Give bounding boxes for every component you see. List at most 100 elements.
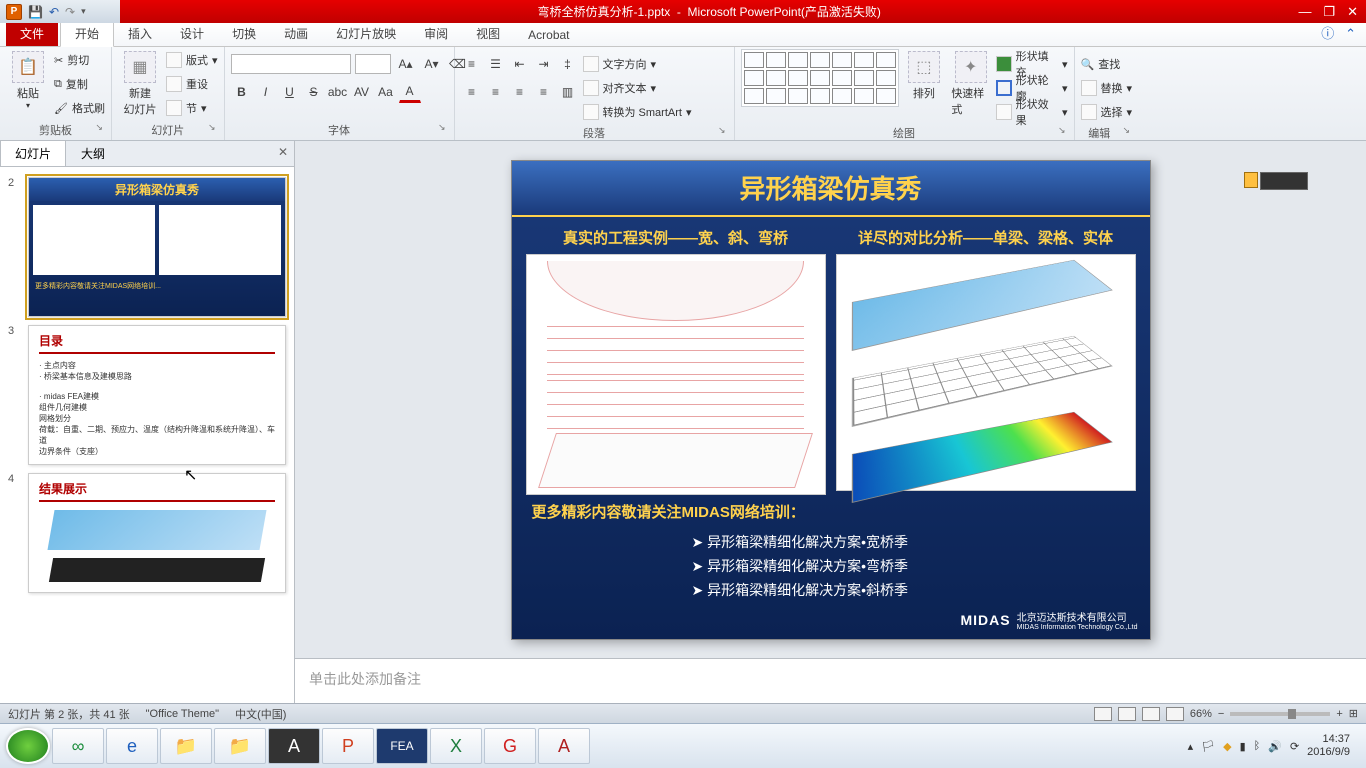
decrease-font-icon[interactable]: A▾ xyxy=(421,53,443,75)
view-slideshow-button[interactable] xyxy=(1166,707,1184,721)
bold-button[interactable]: B xyxy=(231,81,253,103)
group-drawing: ⬚排列 ✦快速样式 形状填充 ▾ 形状轮廓 ▾ 形状效果 ▾ 绘图 xyxy=(735,47,1075,140)
align-right-button[interactable]: ≡ xyxy=(509,81,531,103)
section-button[interactable]: 节 ▾ xyxy=(166,97,218,119)
decrease-indent-button[interactable]: ⇤ xyxy=(509,53,531,75)
tab-acrobat[interactable]: Acrobat xyxy=(514,24,583,46)
redo-icon[interactable]: ↷ xyxy=(65,5,75,19)
change-case-button[interactable]: Aa xyxy=(375,81,397,103)
italic-button[interactable]: I xyxy=(255,81,277,103)
columns-button[interactable]: ▥ xyxy=(557,81,579,103)
task-excel-icon[interactable]: X xyxy=(430,728,482,764)
cut-button[interactable]: ✂剪切 xyxy=(54,49,105,71)
thumbnail-2[interactable]: 2 异形箱梁仿真秀 更多精彩内容敬请关注MIDAS网络培训... xyxy=(0,173,294,321)
numbering-button[interactable]: ☰ xyxy=(485,53,507,75)
arrange-button[interactable]: ⬚排列 xyxy=(903,49,946,103)
tab-file[interactable]: 文件 xyxy=(6,21,58,46)
text-direction-button[interactable]: 文字方向 ▾ xyxy=(583,53,692,75)
panel-tab-slides[interactable]: 幻灯片 xyxy=(0,140,66,166)
start-button[interactable] xyxy=(6,728,50,764)
font-size-input[interactable] xyxy=(355,54,391,74)
tab-home[interactable]: 开始 xyxy=(60,20,114,47)
zoom-in-button[interactable]: + xyxy=(1336,708,1342,720)
shapes-gallery[interactable] xyxy=(741,49,899,107)
task-ie-icon[interactable]: e xyxy=(106,728,158,764)
tab-view[interactable]: 视图 xyxy=(462,21,514,46)
tray-expand-icon[interactable]: ▴ xyxy=(1188,740,1194,753)
thumbnail-list[interactable]: 2 异形箱梁仿真秀 更多精彩内容敬请关注MIDAS网络培训... 3 目录 · … xyxy=(0,167,294,703)
task-powerpoint-icon[interactable]: P xyxy=(322,728,374,764)
convert-smartart-button[interactable]: 转换为 SmartArt ▾ xyxy=(583,101,692,123)
thumbnail-3[interactable]: 3 目录 · 主点内容 · 桥梁基本信息及建模思路 · midas FEA建模 … xyxy=(0,321,294,469)
thumbnail-4[interactable]: 4 结果展示 xyxy=(0,469,294,597)
task-autocad-icon[interactable]: A xyxy=(538,728,590,764)
copy-button[interactable]: ⧉复制 xyxy=(54,73,105,95)
panel-tab-outline[interactable]: 大纲 xyxy=(66,140,120,166)
view-normal-button[interactable] xyxy=(1094,707,1112,721)
task-explorer2-icon[interactable]: 📁 xyxy=(214,728,266,764)
shadow-button[interactable]: abc xyxy=(327,81,349,103)
bullets-button[interactable]: ≡ xyxy=(461,53,483,75)
notes-pane[interactable]: 单击此处添加备注 xyxy=(295,658,1366,703)
qat-dropdown-icon[interactable]: ▾ xyxy=(81,6,86,17)
tray-clock[interactable]: 14:37 2016/9/9 xyxy=(1307,733,1350,759)
powerpoint-icon[interactable]: P xyxy=(6,4,22,20)
line-spacing-button[interactable]: ‡ xyxy=(557,53,579,75)
panel-close-icon[interactable]: ✕ xyxy=(278,145,288,159)
reset-button[interactable]: 重设 xyxy=(166,73,218,95)
justify-button[interactable]: ≡ xyxy=(533,81,555,103)
increase-indent-button[interactable]: ⇥ xyxy=(533,53,555,75)
search-icon: 🔍 xyxy=(1081,58,1095,71)
tab-insert[interactable]: 插入 xyxy=(114,21,166,46)
group-label-font: 字体 xyxy=(231,120,448,140)
tray-sync-icon[interactable]: ⟳ xyxy=(1290,740,1299,753)
tab-slideshow[interactable]: 幻灯片放映 xyxy=(322,21,410,46)
shape-effects-button[interactable]: 形状效果 ▾ xyxy=(996,101,1067,123)
tab-review[interactable]: 审阅 xyxy=(410,21,462,46)
replace-button[interactable]: 替换 ▾ xyxy=(1081,77,1133,99)
slide-canvas[interactable]: 异形箱梁仿真秀 真实的工程实例——宽、斜、弯桥 详尽的对比分析——单梁、梁格、实… xyxy=(295,141,1366,658)
font-color-button[interactable]: A xyxy=(399,81,421,103)
zoom-out-button[interactable]: − xyxy=(1218,708,1224,720)
align-text-button[interactable]: 对齐文本 ▾ xyxy=(583,77,692,99)
tray-bt-icon[interactable]: ᛒ xyxy=(1254,740,1261,752)
task-explorer-icon[interactable]: 📁 xyxy=(160,728,212,764)
minimize-icon[interactable]: — xyxy=(1298,4,1311,19)
paste-button[interactable]: 📋粘贴▾ xyxy=(6,49,50,112)
underline-button[interactable]: U xyxy=(279,81,301,103)
view-reading-button[interactable] xyxy=(1142,707,1160,721)
tab-transitions[interactable]: 切换 xyxy=(218,21,270,46)
find-button[interactable]: 🔍查找 xyxy=(1081,53,1133,75)
tray-shield-icon[interactable]: ◆ xyxy=(1223,740,1231,753)
align-center-button[interactable]: ≡ xyxy=(485,81,507,103)
increase-font-icon[interactable]: A▴ xyxy=(395,53,417,75)
fit-to-window-button[interactable]: ⊞ xyxy=(1349,707,1358,720)
undo-icon[interactable]: ↶ xyxy=(49,5,59,19)
tray-flag-icon[interactable]: 🏳 xyxy=(1201,740,1215,753)
tab-animation[interactable]: 动画 xyxy=(270,21,322,46)
layout-button[interactable]: 版式 ▾ xyxy=(166,49,218,71)
task-fea-icon[interactable]: FEA xyxy=(376,728,428,764)
zoom-slider[interactable] xyxy=(1230,712,1330,716)
status-bar: 幻灯片 第 2 张，共 41 张 "Office Theme" 中文(中国) 6… xyxy=(0,703,1366,723)
task-browser-icon[interactable]: ∞ xyxy=(52,728,104,764)
task-pdf-icon[interactable]: A xyxy=(268,728,320,764)
quick-styles-button[interactable]: ✦快速样式 xyxy=(949,49,992,119)
keyboard-overlay-icon[interactable] xyxy=(1260,172,1308,190)
tab-design[interactable]: 设计 xyxy=(166,21,218,46)
tray-network-icon[interactable]: ▮ xyxy=(1240,740,1246,753)
format-painter-button[interactable]: 🖌格式刷 xyxy=(54,97,105,119)
view-sorter-button[interactable] xyxy=(1118,707,1136,721)
restore-icon[interactable]: ❐ xyxy=(1323,4,1335,20)
char-spacing-button[interactable]: AV xyxy=(351,81,373,103)
select-button[interactable]: 选择 ▾ xyxy=(1081,101,1133,123)
font-family-input[interactable] xyxy=(231,54,351,74)
ribbon-min-icon[interactable]: ⓘ ⌃ xyxy=(1311,19,1366,46)
close-icon[interactable]: ✕ xyxy=(1347,4,1358,20)
align-left-button[interactable]: ≡ xyxy=(461,81,483,103)
strike-button[interactable]: S xyxy=(303,81,325,103)
tray-volume-icon[interactable]: 🔊 xyxy=(1268,740,1282,753)
task-cad1-icon[interactable]: G xyxy=(484,728,536,764)
new-slide-button[interactable]: ▦新建 幻灯片 xyxy=(118,49,162,119)
save-icon[interactable]: 💾 xyxy=(28,5,43,19)
